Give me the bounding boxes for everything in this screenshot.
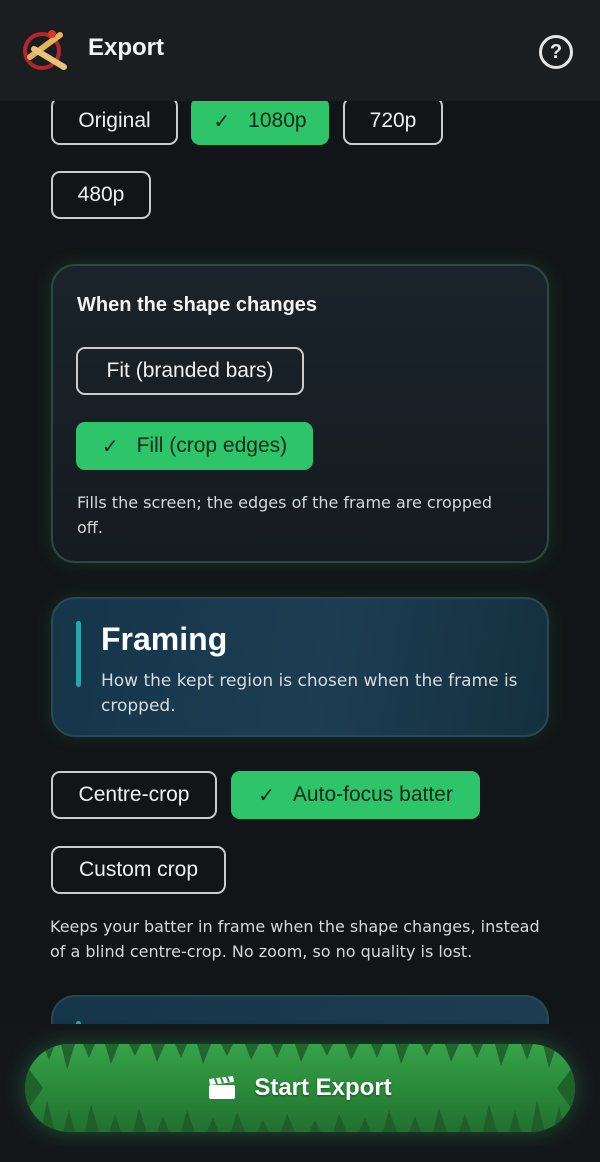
framing-option-custom-crop[interactable]: Custom crop <box>51 846 226 894</box>
check-icon: ✓ <box>101 435 119 458</box>
resolution-option-1080p[interactable]: ✓ 1080p <box>191 97 329 145</box>
chip-label: Centre-crop <box>78 783 190 806</box>
shape-option-fill[interactable]: ✓ Fill (crop edges) <box>76 422 313 470</box>
framing-title: Framing <box>101 621 228 657</box>
framing-description: Keeps your batter in frame when the shap… <box>50 917 540 961</box>
chip-label: Custom crop <box>78 858 199 881</box>
chip-label: Original <box>78 109 151 132</box>
chip-label: Fill (crop edges) <box>136 434 288 457</box>
framing-option-centre-crop[interactable]: Centre-crop <box>51 771 217 819</box>
start-export-label: Start Export <box>254 1074 392 1101</box>
framing-subtitle: How the kept region is chosen when the f… <box>101 671 518 716</box>
resolution-option-720p[interactable]: 720p <box>343 97 443 145</box>
shape-change-title: When the shape changes <box>77 294 318 316</box>
page-title: Export <box>88 34 165 61</box>
help-circle-icon: ? <box>549 40 563 63</box>
export-button-content: Start Export <box>208 1074 392 1102</box>
section-accent-bar <box>76 621 81 687</box>
framing-section-header: Framing How the kept region is chosen wh… <box>51 597 549 737</box>
shape-change-card: When the shape changes Fit (branded bars… <box>51 264 549 563</box>
resolution-option-original[interactable]: Original <box>51 97 178 145</box>
framing-option-auto-focus-batter[interactable]: ✓ Auto-focus batter <box>231 771 480 819</box>
shape-option-fit[interactable]: Fit (branded bars) <box>76 347 304 395</box>
help-button[interactable]: ? <box>539 35 573 69</box>
chip-label: Fit (branded bars) <box>106 359 274 382</box>
resolution-option-480p[interactable]: 480p <box>51 171 151 219</box>
chip-label: 480p <box>77 183 125 206</box>
chip-label: Auto-focus batter <box>292 783 453 806</box>
shape-change-description: Fills the screen; the edges of the frame… <box>77 493 493 537</box>
start-export-button[interactable]: Start Export <box>25 1044 575 1132</box>
check-icon: ✓ <box>258 784 275 807</box>
app-bar: Export ? <box>0 0 600 101</box>
bat-logo-icon <box>23 30 67 70</box>
clapperboard-icon <box>209 1076 236 1099</box>
bottom-action-bar: Start Export <box>0 1024 600 1162</box>
chip-label: 1080p <box>248 109 307 132</box>
chip-label: 720p <box>369 109 417 132</box>
check-icon: ✓ <box>213 110 231 133</box>
